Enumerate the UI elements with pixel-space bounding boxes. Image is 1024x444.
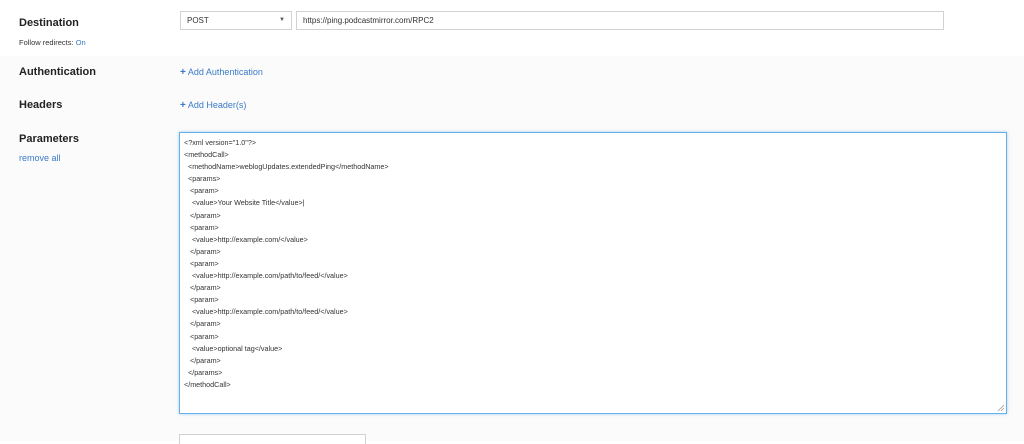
url-input[interactable] xyxy=(296,11,944,30)
plus-icon: + xyxy=(180,100,186,111)
remove-all-link[interactable]: remove all xyxy=(19,153,61,163)
add-headers-button[interactable]: + Add Header(s) xyxy=(180,100,246,111)
follow-redirects: Follow redirects: On xyxy=(19,38,86,47)
follow-redirects-toggle[interactable]: On xyxy=(76,38,86,47)
authentication-label: Authentication xyxy=(19,66,96,78)
parameters-body-textarea[interactable] xyxy=(179,132,1007,414)
method-select[interactable]: POST ▼ xyxy=(180,11,292,30)
resize-grip-icon[interactable] xyxy=(997,404,1005,412)
add-authentication-label: Add Authentication xyxy=(187,67,263,77)
destination-label: Destination xyxy=(19,17,79,29)
parameters-label: Parameters xyxy=(19,133,79,145)
plus-icon: + xyxy=(180,67,186,78)
follow-redirects-label: Follow redirects: xyxy=(19,38,74,47)
headers-row xyxy=(0,90,1024,124)
authentication-row xyxy=(0,56,1024,90)
add-authentication-button[interactable]: + Add Authentication xyxy=(180,67,263,78)
headers-label: Headers xyxy=(19,99,63,111)
add-headers-label: Add Header(s) xyxy=(187,100,247,110)
caret-down-icon: ▼ xyxy=(279,17,285,23)
submit-button-partial[interactable] xyxy=(179,434,366,444)
method-select-value: POST xyxy=(187,16,209,25)
